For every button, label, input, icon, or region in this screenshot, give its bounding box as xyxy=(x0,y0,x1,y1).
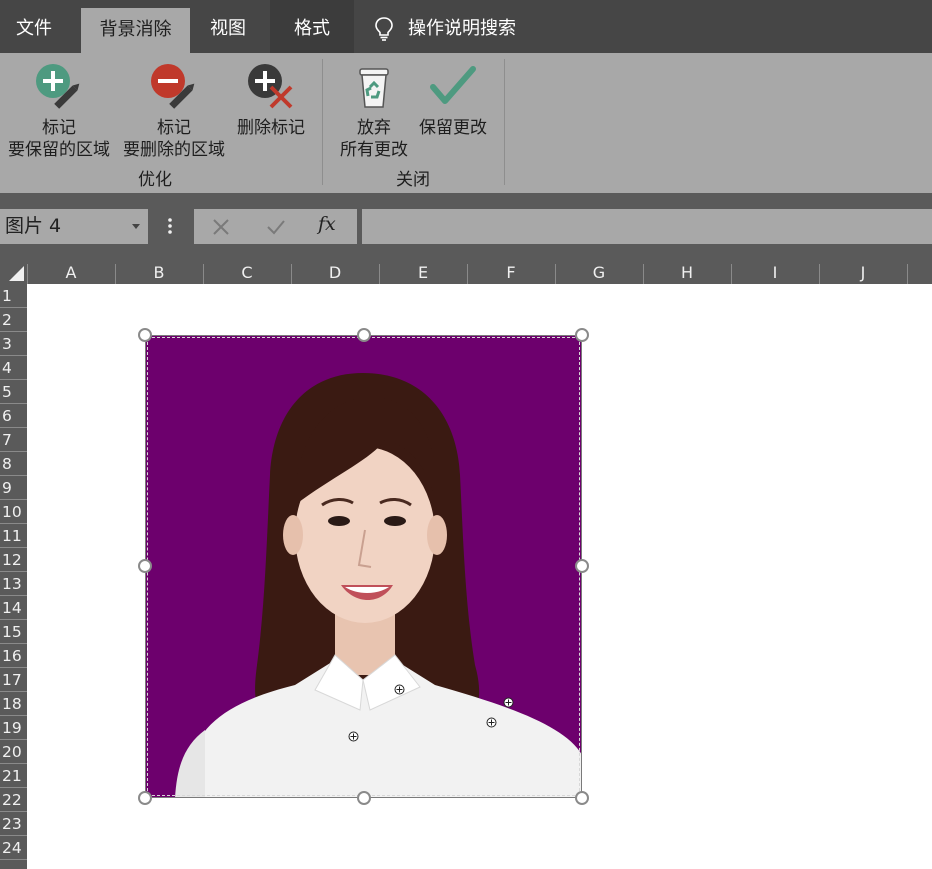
group-label-refine: 优化 xyxy=(138,170,172,190)
row-headers: 1 2 3 4 5 6 7 8 9 10 11 12 13 14 15 16 1… xyxy=(0,284,27,869)
col-header-g[interactable]: G xyxy=(555,260,643,284)
column-separator xyxy=(907,264,908,284)
resize-handle-right[interactable] xyxy=(575,559,589,573)
ribbon: 标记 要保留的区域 标记 要删除的区域 删除标记 优化 放弃 所有更改 保留更改… xyxy=(0,53,932,193)
row-header[interactable]: 20 xyxy=(0,740,27,764)
chevron-down-icon[interactable] xyxy=(132,224,140,229)
row-separator xyxy=(0,859,27,860)
keep-changes-button[interactable]: 保留更改 xyxy=(414,63,492,139)
row-header[interactable]: 7 xyxy=(0,428,27,452)
resize-handle-top-left[interactable] xyxy=(138,328,152,342)
recycle-bin-icon xyxy=(359,68,389,108)
discard-line2: 所有更改 xyxy=(340,140,408,160)
cancel-x-icon[interactable] xyxy=(212,218,230,236)
row-header[interactable]: 15 xyxy=(0,620,27,644)
col-header-e[interactable]: E xyxy=(379,260,467,284)
fx-icon[interactable]: fx xyxy=(318,213,336,235)
row-header[interactable]: 3 xyxy=(0,332,27,356)
tab-view[interactable]: 视图 xyxy=(197,0,259,53)
mark-keep-line1: 标记 xyxy=(42,118,76,138)
row-header[interactable]: 21 xyxy=(0,764,27,788)
group-label-close: 关闭 xyxy=(396,170,430,190)
formula-buttons: fx xyxy=(194,209,357,244)
col-header-j[interactable]: J xyxy=(819,260,907,284)
mark-remove-line2: 要删除的区域 xyxy=(123,140,225,160)
tab-format[interactable]: 格式 xyxy=(270,0,354,53)
group-separator xyxy=(504,59,505,185)
select-all-corner[interactable] xyxy=(0,260,27,284)
resize-handle-top-right[interactable] xyxy=(575,328,589,342)
mark-remove-button[interactable]: 标记 要删除的区域 xyxy=(118,63,230,161)
tab-file[interactable]: 文件 xyxy=(0,0,68,53)
col-header-c[interactable]: C xyxy=(203,260,291,284)
delete-mark-icon xyxy=(248,64,293,109)
row-header[interactable]: 17 xyxy=(0,668,27,692)
row-header[interactable]: 1 xyxy=(0,284,27,308)
kebab-icon[interactable] xyxy=(163,216,177,236)
enter-check-icon[interactable] xyxy=(266,218,286,236)
resize-handle-left[interactable] xyxy=(138,559,152,573)
name-box[interactable]: 图片 4 xyxy=(0,209,148,244)
col-header-f[interactable]: F xyxy=(467,260,555,284)
row-header[interactable]: 19 xyxy=(0,716,27,740)
mark-remove-line1: 标记 xyxy=(157,118,191,138)
col-header-a[interactable]: A xyxy=(27,260,115,284)
ribbon-gap xyxy=(0,193,932,208)
resize-handle-top[interactable] xyxy=(357,328,371,342)
minus-pencil-icon xyxy=(151,64,195,109)
plus-pencil-icon xyxy=(36,64,80,109)
row-header[interactable]: 4 xyxy=(0,356,27,380)
row-header[interactable]: 14 xyxy=(0,596,27,620)
tell-me-search[interactable]: 操作说明搜索 xyxy=(374,0,516,53)
resize-handle-bottom[interactable] xyxy=(357,791,371,805)
tab-background-removal[interactable]: 背景消除 xyxy=(81,8,190,53)
name-box-value: 图片 4 xyxy=(5,215,62,237)
row-header[interactable]: 9 xyxy=(0,476,27,500)
formula-input[interactable] xyxy=(362,209,932,244)
checkmark-icon xyxy=(430,66,476,104)
resize-handle-bottom-left[interactable] xyxy=(138,791,152,805)
discard-line1: 放弃 xyxy=(357,118,391,138)
col-header-h[interactable]: H xyxy=(643,260,731,284)
row-header[interactable]: 24 xyxy=(0,836,27,860)
row-header[interactable]: 8 xyxy=(0,452,27,476)
row-header[interactable]: 12 xyxy=(0,548,27,572)
row-header[interactable]: 2 xyxy=(0,308,27,332)
row-header[interactable]: 22 xyxy=(0,788,27,812)
tell-me-label: 操作说明搜索 xyxy=(408,17,516,39)
row-header[interactable]: 18 xyxy=(0,692,27,716)
row-header[interactable]: 11 xyxy=(0,524,27,548)
row-header[interactable]: 10 xyxy=(0,500,27,524)
keep-changes-label: 保留更改 xyxy=(419,118,487,138)
row-header[interactable]: 23 xyxy=(0,812,27,836)
formula-gap xyxy=(0,245,932,260)
discard-changes-button[interactable]: 放弃 所有更改 xyxy=(334,63,414,161)
mark-keep-line2: 要保留的区域 xyxy=(8,140,110,160)
mark-keep-button[interactable]: 标记 要保留的区域 xyxy=(4,63,114,161)
row-header[interactable]: 13 xyxy=(0,572,27,596)
resize-handle-bottom-right[interactable] xyxy=(575,791,589,805)
ribbon-tab-bar: 文件 背景消除 视图 格式 操作说明搜索 xyxy=(0,0,932,53)
removal-marquee xyxy=(147,337,580,796)
col-header-d[interactable]: D xyxy=(291,260,379,284)
row-header[interactable]: 6 xyxy=(0,404,27,428)
delete-mark-label: 删除标记 xyxy=(237,118,305,138)
col-header-i[interactable]: I xyxy=(731,260,819,284)
lightbulb-icon xyxy=(375,16,393,41)
row-header[interactable]: 16 xyxy=(0,644,27,668)
row-header[interactable]: 5 xyxy=(0,380,27,404)
column-headers: A B C D E F G H I J xyxy=(0,260,932,284)
delete-mark-button[interactable]: 删除标记 xyxy=(232,63,310,139)
col-header-b[interactable]: B xyxy=(115,260,203,284)
